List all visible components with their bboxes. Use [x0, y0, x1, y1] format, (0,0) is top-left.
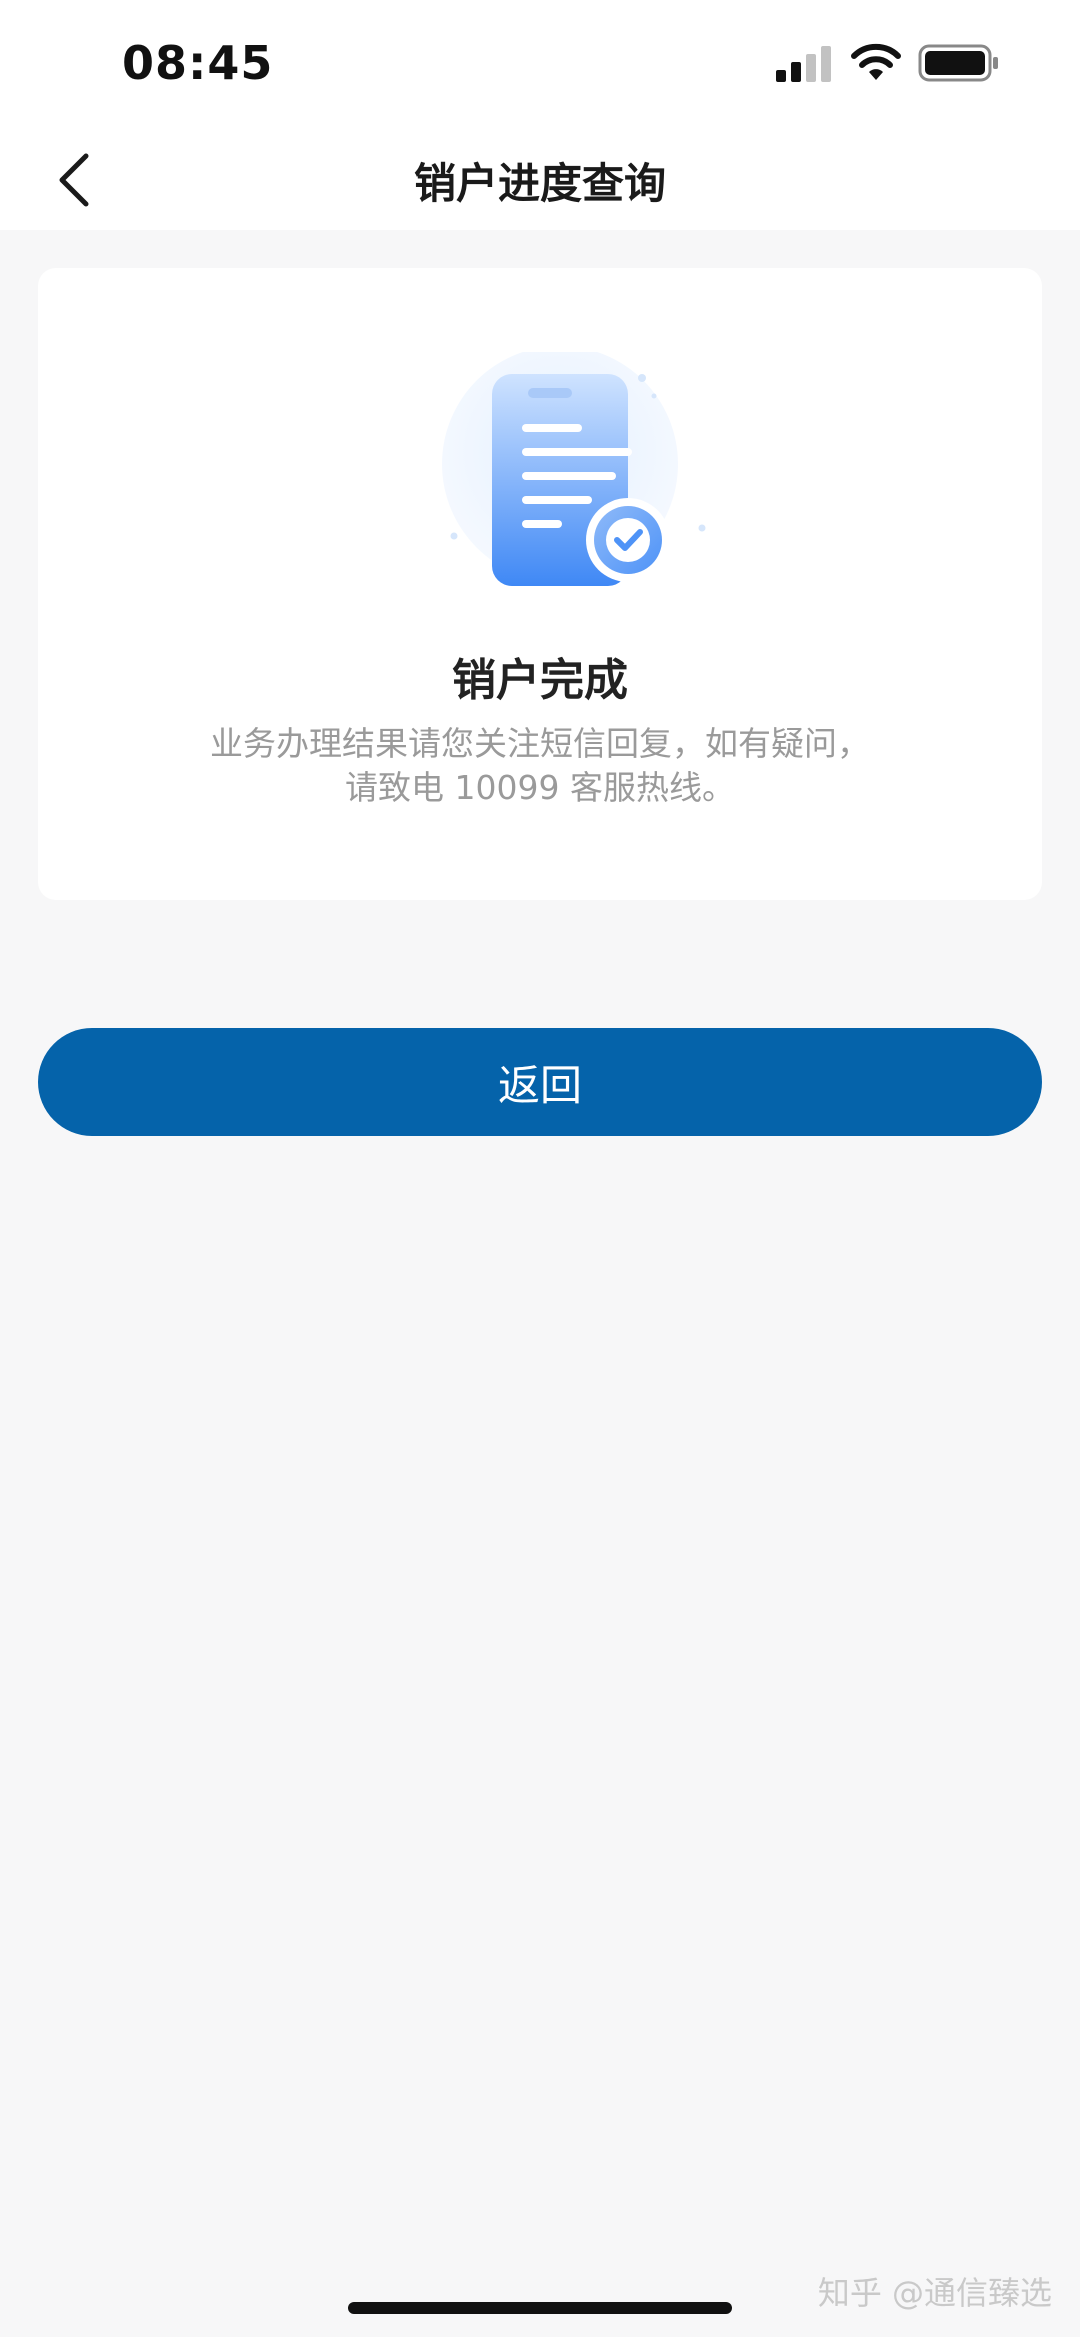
result-description-line: 业务办理结果请您关注短信回复，如有疑问，	[210, 724, 870, 763]
chevron-left-icon	[59, 153, 89, 207]
result-description: 业务办理结果请您关注短信回复，如有疑问， 请致电 10099 客服热线。	[98, 722, 982, 810]
home-indicator[interactable]	[348, 2302, 732, 2314]
battery-icon	[918, 44, 998, 82]
watermark: 知乎 @通信臻选	[817, 2274, 1052, 2312]
result-description-line: 请致电 10099 客服热线。	[345, 768, 735, 807]
result-card: 销户完成 业务办理结果请您关注短信回复，如有疑问， 请致电 10099 客服热线…	[38, 268, 1042, 900]
screen: 08:45 销户进度查询 销户完成 业务办理结果请您关注短信回复，如有疑问， 请…	[0, 0, 1080, 2337]
back-button[interactable]	[34, 130, 114, 230]
document-check-icon	[442, 352, 706, 586]
wifi-icon	[851, 43, 901, 80]
nav-bar: 销户进度查询	[0, 130, 1080, 230]
result-title: 销户完成	[452, 655, 628, 706]
page-title: 销户进度查询	[413, 158, 666, 208]
status-time: 08:45	[122, 36, 274, 90]
signal-icon	[776, 46, 831, 82]
return-button[interactable]: 返回	[38, 1028, 1042, 1136]
status-bar: 08:45	[0, 0, 1080, 130]
